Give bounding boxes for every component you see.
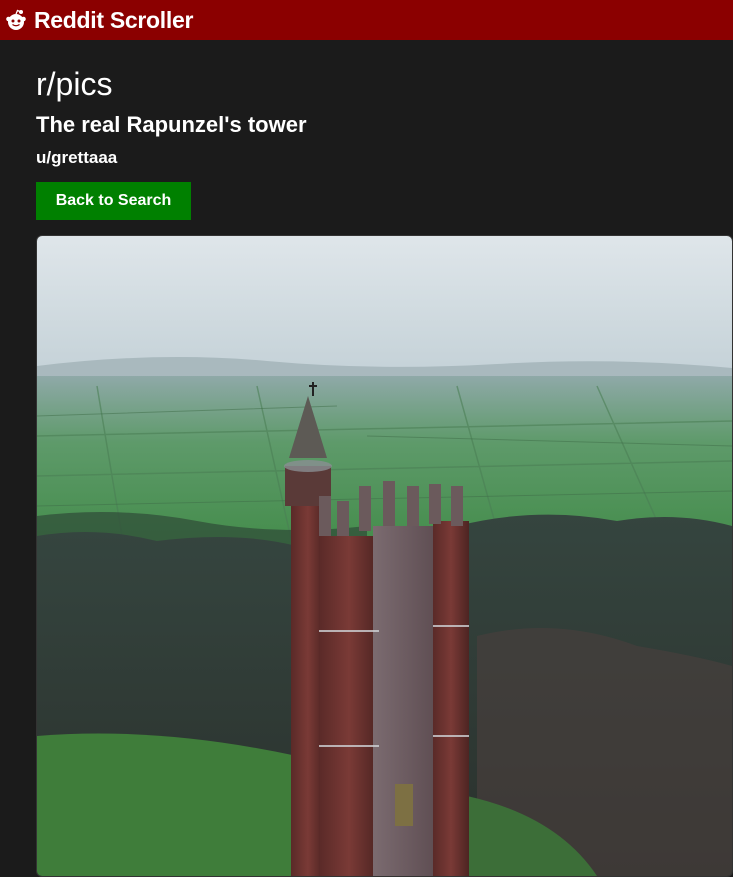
subreddit-name: r/pics bbox=[36, 66, 113, 102]
post-title: The real Rapunzel's tower bbox=[36, 112, 307, 137]
back-to-search-button[interactable]: Back to Search bbox=[36, 182, 191, 220]
post-image[interactable] bbox=[36, 235, 733, 877]
tower-photo bbox=[37, 236, 732, 876]
app-title: Reddit Scroller bbox=[34, 6, 194, 33]
post-author: u/grettaaa bbox=[36, 148, 118, 167]
reddit-alien-icon bbox=[4, 8, 28, 32]
top-bar: Reddit Scroller bbox=[0, 0, 733, 40]
